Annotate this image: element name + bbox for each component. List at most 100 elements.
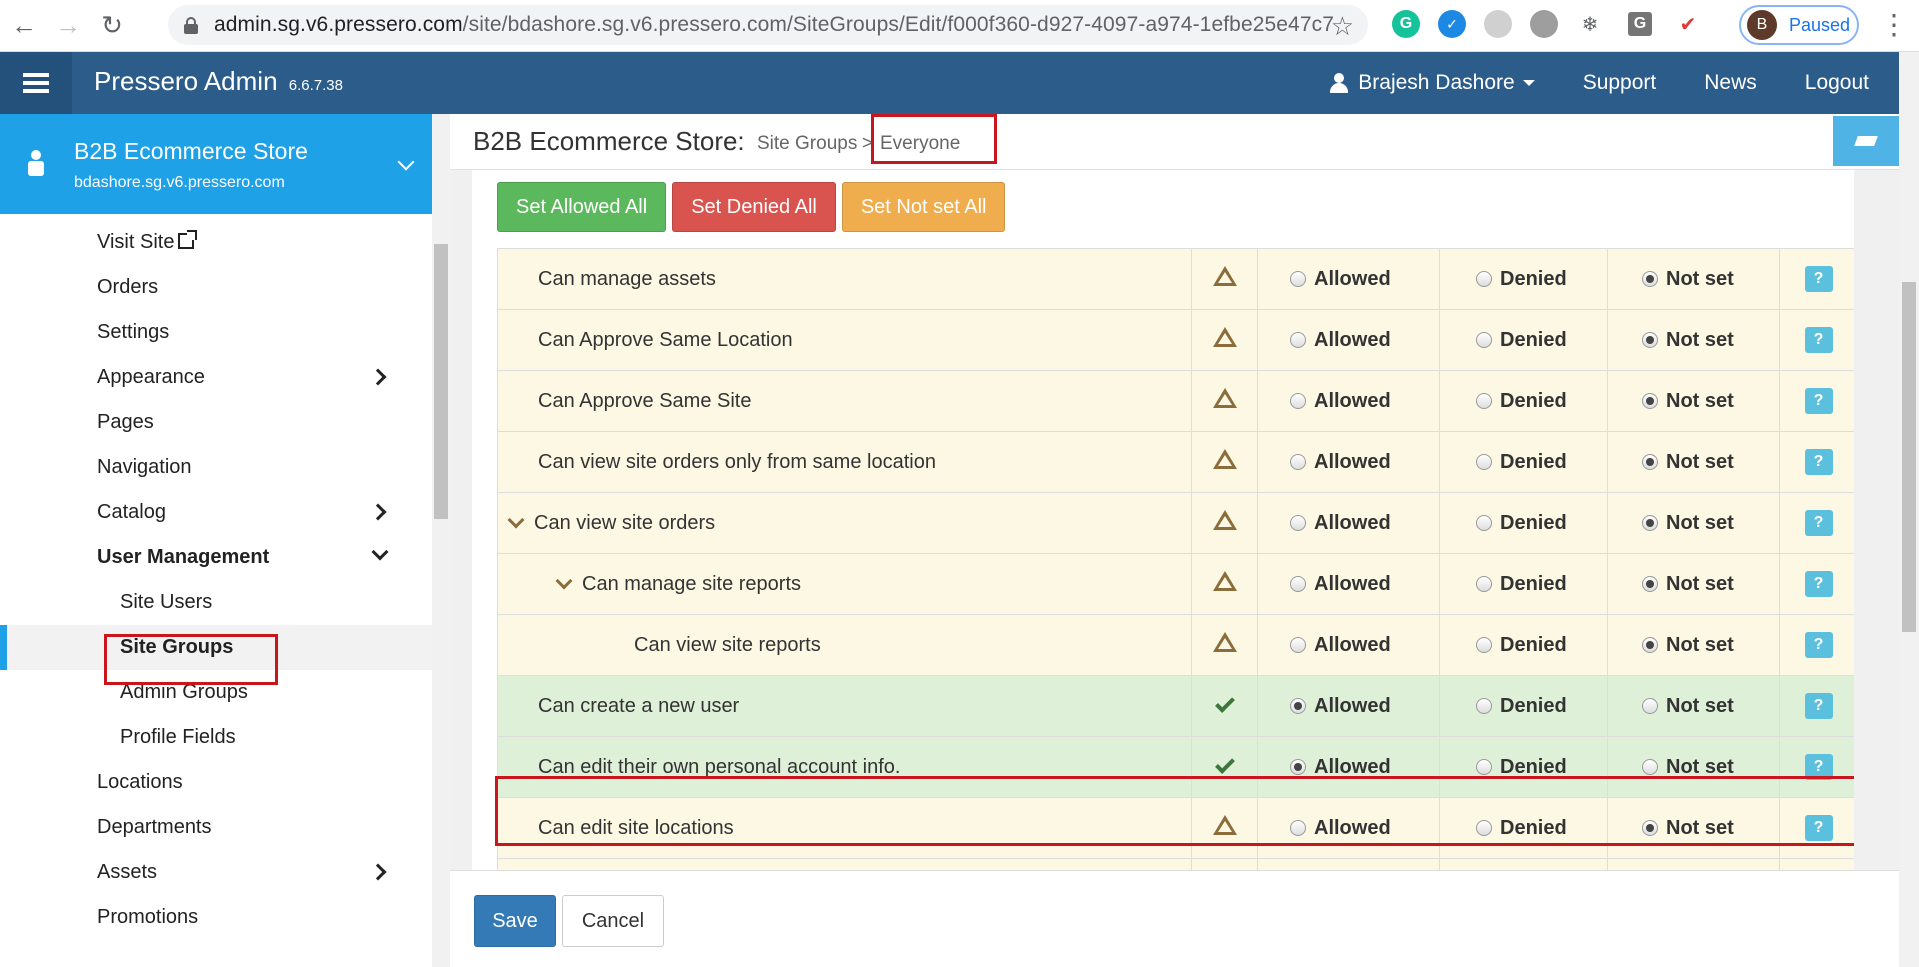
- cancel-button[interactable]: Cancel: [562, 895, 664, 947]
- help-button[interactable]: ?: [1804, 266, 1833, 292]
- sidebar-item-settings[interactable]: Settings: [0, 310, 432, 355]
- radio-circle[interactable]: [1642, 454, 1658, 470]
- set-denied-all-button[interactable]: Set Denied All: [672, 182, 836, 232]
- sidebar-item-locations[interactable]: Locations: [0, 760, 432, 805]
- logout-link[interactable]: Logout: [1805, 71, 1869, 95]
- denied-radio[interactable]: Denied: [1440, 573, 1607, 596]
- g-extension-icon[interactable]: G: [1628, 12, 1652, 36]
- radio-circle[interactable]: [1290, 393, 1306, 409]
- back-icon[interactable]: ←: [4, 6, 44, 46]
- radio-circle[interactable]: [1290, 515, 1306, 531]
- radio-circle[interactable]: [1476, 576, 1492, 592]
- help-button[interactable]: ?: [1804, 327, 1833, 353]
- help-button[interactable]: ?: [1804, 632, 1833, 658]
- check-extension-icon[interactable]: ✓: [1438, 10, 1466, 38]
- allowed-radio[interactable]: Allowed: [1258, 512, 1439, 535]
- allowed-radio[interactable]: Allowed: [1258, 329, 1439, 352]
- menu-toggle-icon[interactable]: [0, 52, 72, 114]
- set-allowed-all-button[interactable]: Set Allowed All: [497, 182, 667, 232]
- support-link[interactable]: Support: [1583, 71, 1657, 95]
- allowed-radio[interactable]: Allowed: [1258, 634, 1439, 657]
- denied-radio[interactable]: Denied: [1440, 695, 1607, 718]
- sidebar-item-assets[interactable]: Assets: [0, 850, 432, 895]
- radio-circle[interactable]: [1290, 759, 1306, 775]
- radio-circle[interactable]: [1290, 332, 1306, 348]
- denied-radio[interactable]: Denied: [1440, 329, 1607, 352]
- radio-circle[interactable]: [1290, 454, 1306, 470]
- help-button[interactable]: ?: [1804, 571, 1833, 597]
- radio-circle[interactable]: [1642, 515, 1658, 531]
- radio-circle[interactable]: [1290, 637, 1306, 653]
- sidebar-scrollbar[interactable]: [432, 114, 450, 967]
- sidebar-item-catalog[interactable]: Catalog: [0, 490, 432, 535]
- sidebar-item-site-users[interactable]: Site Users: [0, 580, 432, 625]
- radio-circle[interactable]: [1642, 271, 1658, 287]
- radio-circle[interactable]: [1476, 515, 1492, 531]
- chat-extension-icon[interactable]: [1530, 10, 1558, 38]
- not-set-radio[interactable]: Not set: [1608, 451, 1779, 474]
- not-set-radio[interactable]: Not set: [1608, 634, 1779, 657]
- radio-circle[interactable]: [1476, 637, 1492, 653]
- radio-circle[interactable]: [1642, 393, 1658, 409]
- radio-circle[interactable]: [1476, 393, 1492, 409]
- not-set-radio[interactable]: Not set: [1608, 512, 1779, 535]
- denied-radio[interactable]: Denied: [1440, 268, 1607, 291]
- allowed-radio[interactable]: Allowed: [1258, 451, 1439, 474]
- radio-circle[interactable]: [1642, 698, 1658, 714]
- sidebar-item-user-management[interactable]: User Management: [0, 535, 432, 580]
- browser-menu-icon[interactable]: ⋮: [1880, 8, 1908, 41]
- allowed-radio[interactable]: Allowed: [1258, 268, 1439, 291]
- sidebar-item-visit-site[interactable]: Visit Site: [0, 220, 432, 265]
- allowed-radio[interactable]: Allowed: [1258, 695, 1439, 718]
- denied-radio[interactable]: Denied: [1440, 451, 1607, 474]
- chevron-down-icon[interactable]: [555, 572, 573, 590]
- radio-circle[interactable]: [1476, 454, 1492, 470]
- radio-circle[interactable]: [1290, 698, 1306, 714]
- not-set-radio[interactable]: Not set: [1608, 695, 1779, 718]
- news-link[interactable]: News: [1704, 71, 1757, 95]
- radio-circle[interactable]: [1476, 698, 1492, 714]
- set-notset-all-button[interactable]: Set Not set All: [841, 182, 1006, 232]
- allowed-radio[interactable]: Allowed: [1258, 390, 1439, 413]
- user-menu[interactable]: Brajesh Dashore: [1330, 71, 1535, 95]
- profile-button[interactable]: B Paused: [1739, 5, 1859, 45]
- sidebar-item-orders[interactable]: Orders: [0, 265, 432, 310]
- snowflake-extension-icon[interactable]: ❄: [1576, 10, 1604, 38]
- sidebar-item-promotions[interactable]: Promotions: [0, 895, 432, 940]
- swirl-extension-icon[interactable]: [1484, 10, 1512, 38]
- not-set-radio[interactable]: Not set: [1608, 390, 1779, 413]
- allowed-radio[interactable]: Allowed: [1258, 573, 1439, 596]
- help-button[interactable]: ?: [1804, 449, 1833, 475]
- radio-circle[interactable]: [1642, 332, 1658, 348]
- save-button[interactable]: Save: [474, 895, 556, 947]
- reload-icon[interactable]: ↻: [92, 6, 132, 46]
- grammarly-extension-icon[interactable]: G: [1392, 10, 1420, 38]
- help-button[interactable]: ?: [1804, 693, 1833, 719]
- breadcrumb-site-groups[interactable]: Site Groups: [757, 133, 857, 155]
- denied-radio[interactable]: Denied: [1440, 512, 1607, 535]
- sidebar-item-appearance[interactable]: Appearance: [0, 355, 432, 400]
- not-set-radio[interactable]: Not set: [1608, 268, 1779, 291]
- page-scrollbar[interactable]: [1899, 52, 1919, 967]
- radio-circle[interactable]: [1642, 759, 1658, 775]
- sidebar-item-departments[interactable]: Departments: [0, 805, 432, 850]
- radio-circle[interactable]: [1476, 332, 1492, 348]
- bookmark-star-icon[interactable]: ☆: [1331, 11, 1354, 42]
- graduation-cap-icon[interactable]: [1833, 116, 1899, 166]
- radio-circle[interactable]: [1476, 271, 1492, 287]
- sidebar-item-navigation[interactable]: Navigation: [0, 445, 432, 490]
- address-bar[interactable]: admin.sg.v6.pressero.com/site/bdashore.s…: [168, 5, 1368, 45]
- sidebar-item-profile-fields[interactable]: Profile Fields: [0, 715, 432, 760]
- denied-radio[interactable]: Denied: [1440, 390, 1607, 413]
- radio-circle[interactable]: [1476, 759, 1492, 775]
- store-switcher[interactable]: B2B Ecommerce Store bdashore.sg.v6.press…: [0, 114, 432, 214]
- radio-circle[interactable]: [1290, 271, 1306, 287]
- denied-radio[interactable]: Denied: [1440, 634, 1607, 657]
- forward-icon[interactable]: →: [48, 6, 88, 46]
- not-set-radio[interactable]: Not set: [1608, 573, 1779, 596]
- not-set-radio[interactable]: Not set: [1608, 329, 1779, 352]
- help-button[interactable]: ?: [1804, 388, 1833, 414]
- radio-circle[interactable]: [1290, 576, 1306, 592]
- tick-extension-icon[interactable]: ✔: [1674, 10, 1702, 38]
- help-button[interactable]: ?: [1804, 510, 1833, 536]
